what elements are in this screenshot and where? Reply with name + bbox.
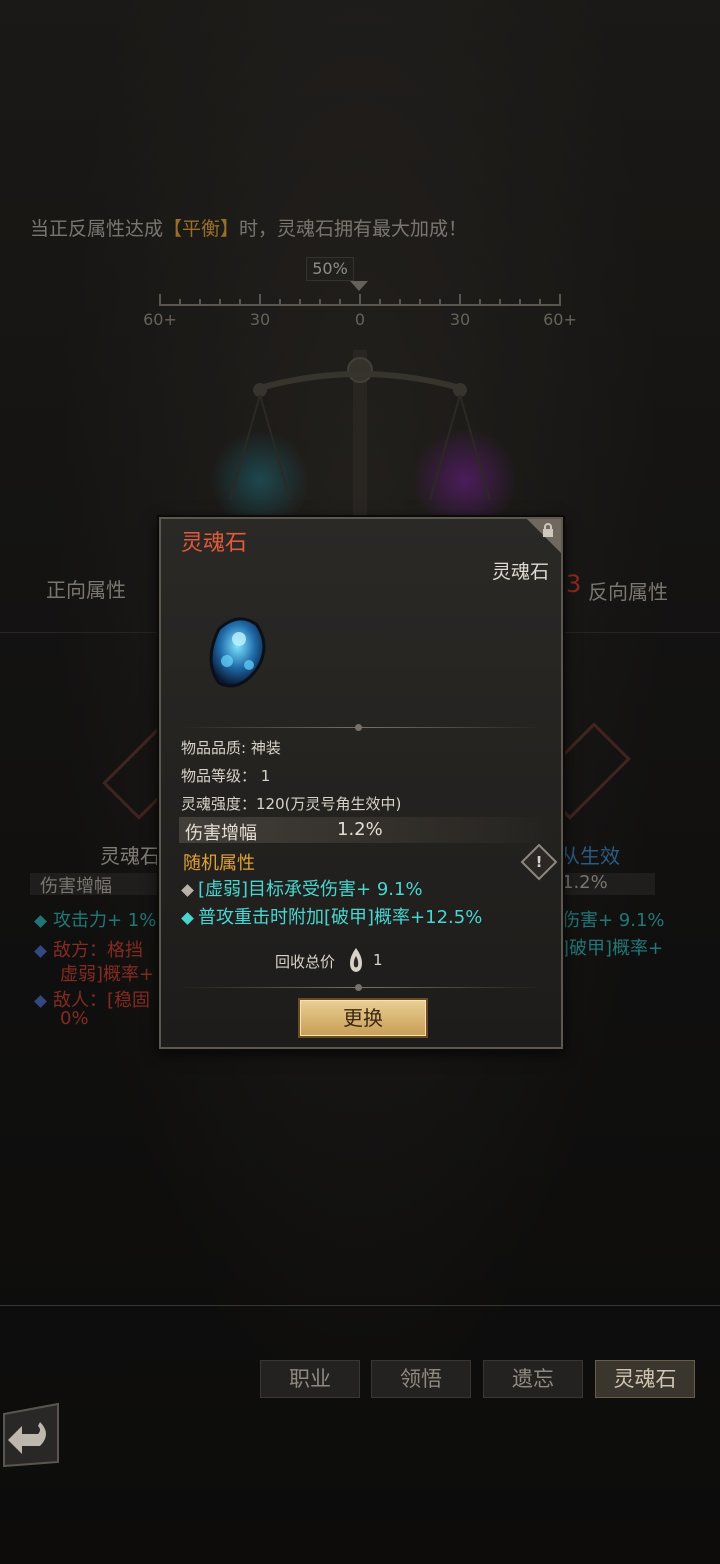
- replace-button[interactable]: 更换: [298, 998, 428, 1038]
- main-stat-value: 1.2%: [337, 819, 383, 840]
- tooltip-separator: [179, 724, 543, 731]
- random-attributes-title: 随机属性: [183, 853, 255, 874]
- recycle-price-value: 1: [373, 951, 383, 969]
- tooltip-title: 灵魂石: [181, 531, 248, 556]
- tab-career[interactable]: 职业: [260, 1360, 360, 1398]
- item-quality: 物品品质: 神装: [181, 739, 281, 757]
- tab-soulstone[interactable]: 灵魂石: [595, 1360, 695, 1398]
- main-stat-name: 伤害增幅: [185, 823, 257, 844]
- soulstone-gem-icon: [209, 617, 266, 688]
- item-level: 物品等级： 1: [181, 767, 271, 785]
- soul-strength: 灵魂强度：120(万灵号角生效中): [181, 795, 402, 813]
- back-arrow-icon[interactable]: [0, 1400, 64, 1470]
- lock-icon[interactable]: [541, 523, 555, 537]
- tab-forget[interactable]: 遗忘: [483, 1360, 583, 1398]
- tooltip-separator: [179, 984, 543, 991]
- tab-comprehend[interactable]: 领悟: [371, 1360, 471, 1398]
- star-icon: [181, 883, 194, 897]
- recycle-price-label: 回收总价: [275, 953, 336, 971]
- random-attribute: [虚弱]目标承受伤害+ 9.1%: [181, 875, 423, 901]
- bottom-divider: [0, 1305, 720, 1306]
- soul-flame-icon: [350, 948, 362, 972]
- tooltip-item-type: 灵魂石: [491, 561, 549, 583]
- soulstone-tooltip: 灵魂石 灵魂石 物品品质: 神装 物品等级： 1 灵魂强度：120(万灵号角生效…: [159, 517, 563, 1049]
- gem-icon: [181, 911, 194, 925]
- random-attribute: 普攻重击时附加[破甲]概率+12.5%: [181, 903, 482, 929]
